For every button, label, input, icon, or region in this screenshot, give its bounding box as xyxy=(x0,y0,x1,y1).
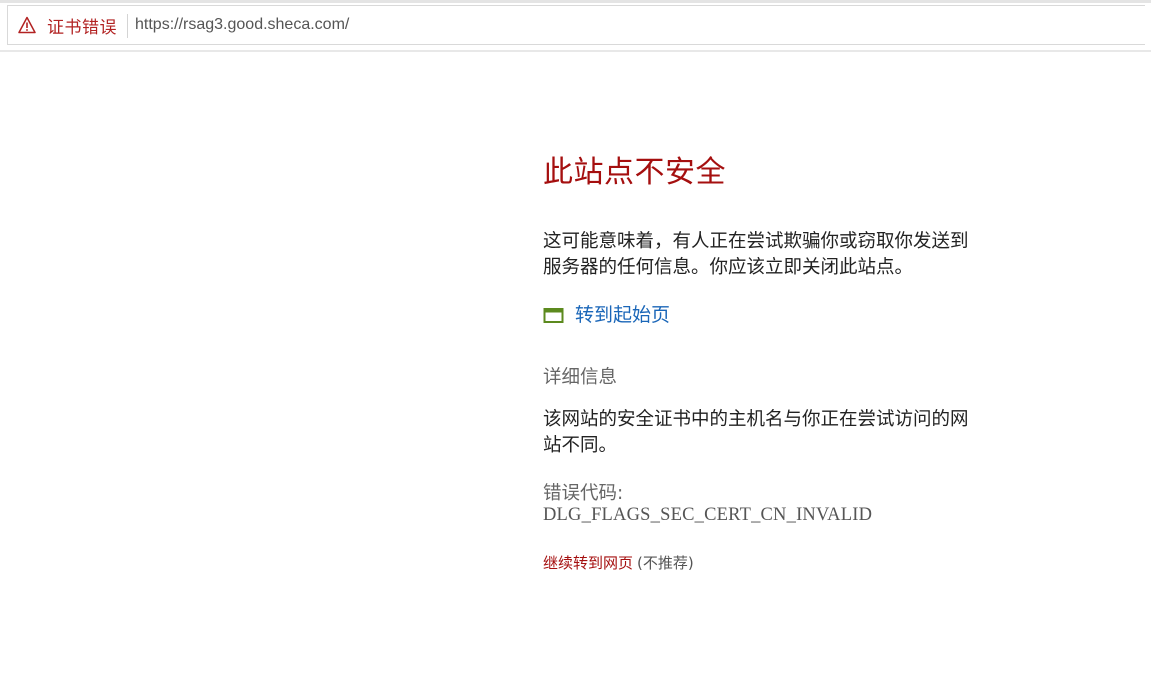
error-code-value: DLG_FLAGS_SEC_CERT_CN_INVALID xyxy=(543,505,873,525)
warning-description: 这可能意味着，有人正在尝试欺骗你或窃取你发送到服务器的任何信息。你应该立即关闭此… xyxy=(543,231,969,278)
page-title: 此站点不安全 xyxy=(543,155,726,190)
not-recommended-note: (不推荐) xyxy=(637,554,694,572)
certificate-error-button[interactable]: 证书错误 xyxy=(8,6,126,44)
go-to-start-page-link[interactable]: 转到起始页 xyxy=(543,300,670,327)
address-bar[interactable]: 证书错误 https://rsag3.good.sheca.com/ xyxy=(7,5,1145,45)
browser-top-edge xyxy=(0,0,1151,3)
warning-triangle-icon xyxy=(18,16,36,34)
details-body: 该网站的安全证书中的主机名与你正在尝试访问的网站不同。 xyxy=(543,409,969,456)
error-code-label: 错误代码: xyxy=(543,483,624,504)
go-to-start-page-label: 转到起始页 xyxy=(575,304,671,326)
toolbar-bottom-border xyxy=(0,50,1151,52)
url-text[interactable]: https://rsag3.good.sheca.com/ xyxy=(135,6,349,44)
certificate-error-label: 证书错误 xyxy=(47,17,117,38)
address-bar-divider xyxy=(127,14,128,38)
continue-to-page-link[interactable]: 继续转到网页 xyxy=(543,554,633,572)
details-heading[interactable]: 详细信息 xyxy=(543,363,617,389)
continue-row: 继续转到网页 (不推荐) xyxy=(543,552,694,573)
window-icon xyxy=(543,307,564,323)
